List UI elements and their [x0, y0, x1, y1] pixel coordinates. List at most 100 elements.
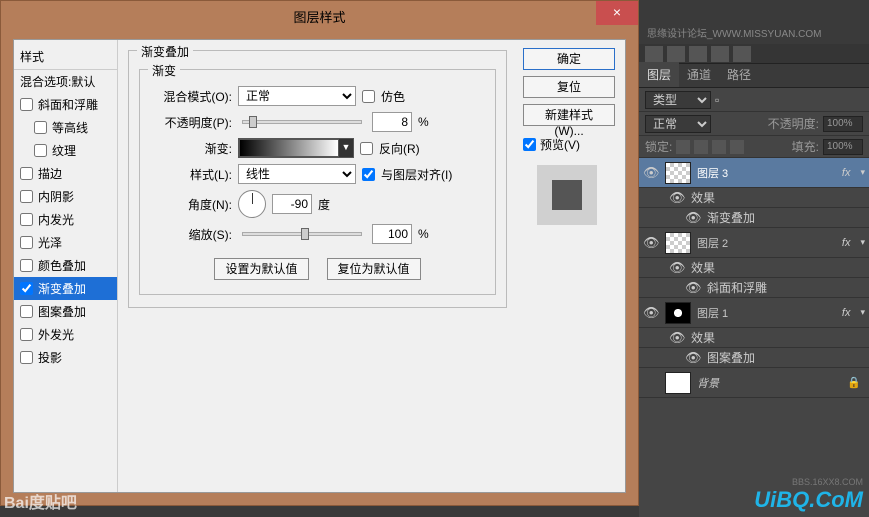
dropshadow-checkbox[interactable] [20, 351, 33, 364]
visibility-icon[interactable]: 👁 [669, 260, 685, 276]
align-checkbox[interactable] [362, 168, 375, 181]
bevel-checkbox[interactable] [20, 98, 33, 111]
layer-name[interactable]: 图层 1 [697, 305, 836, 321]
fx-badge[interactable]: fx [842, 167, 851, 179]
visibility-icon[interactable]: 👁 [669, 190, 685, 206]
visibility-icon[interactable]: 👁 [685, 280, 701, 296]
outerglow-checkbox[interactable] [20, 328, 33, 341]
opacity-input[interactable] [372, 112, 412, 132]
visibility-icon[interactable]: 👁 [685, 210, 701, 226]
lock-icon[interactable] [730, 140, 744, 154]
effects-sub[interactable]: 👁效果 [639, 328, 869, 348]
style-item-gradientoverlay[interactable]: 渐变叠加 [14, 277, 117, 300]
layer-row[interactable]: 👁 图层 2 fx ▾ [639, 228, 869, 258]
coloroverlay-checkbox[interactable] [20, 259, 33, 272]
gradientoverlay-checkbox[interactable] [20, 282, 33, 295]
chevron-down-icon[interactable]: ▾ [860, 307, 865, 318]
close-button[interactable]: × [596, 1, 638, 25]
tab-channels[interactable]: 通道 [679, 62, 719, 87]
layer-thumbnail[interactable] [665, 162, 691, 184]
style-item-outerglow[interactable]: 外发光 [14, 323, 117, 346]
layer-name[interactable]: 背景 [697, 375, 841, 391]
fx-badge[interactable]: fx [842, 237, 851, 249]
innershadow-checkbox[interactable] [20, 190, 33, 203]
fx-badge[interactable]: fx [842, 307, 851, 319]
layer-name[interactable]: 图层 3 [697, 165, 836, 181]
new-style-button[interactable]: 新建样式(W)... [523, 104, 615, 126]
style-item-contour[interactable]: 等高线 [14, 116, 117, 139]
layer-row[interactable]: 👁 图层 1 fx ▾ [639, 298, 869, 328]
contour-checkbox[interactable] [34, 121, 47, 134]
style-item-innershadow[interactable]: 内阴影 [14, 185, 117, 208]
chevron-down-icon[interactable]: ▾ [860, 237, 865, 248]
style-item-texture[interactable]: 纹理 [14, 139, 117, 162]
blendmode-select[interactable]: 正常 [238, 86, 356, 106]
blending-options-row[interactable]: 混合选项:默认 [14, 70, 117, 93]
layer-name[interactable]: 图层 2 [697, 235, 836, 251]
visibility-icon[interactable]: 👁 [669, 330, 685, 346]
scale-label: 缩放(S): [150, 226, 232, 243]
visibility-icon[interactable]: 👁 [643, 235, 659, 251]
style-item-dropshadow[interactable]: 投影 [14, 346, 117, 369]
effect-item[interactable]: 👁图案叠加 [639, 348, 869, 368]
dialog-titlebar[interactable]: 图层样式 × [1, 1, 638, 31]
tab-paths[interactable]: 路径 [719, 62, 759, 87]
tool-icon[interactable] [689, 46, 707, 62]
reverse-checkbox[interactable] [360, 142, 373, 155]
effects-sub[interactable]: 👁效果 [639, 258, 869, 278]
stroke-checkbox[interactable] [20, 167, 33, 180]
style-select[interactable]: 线性 [238, 164, 356, 184]
style-item-patternoverlay[interactable]: 图案叠加 [14, 300, 117, 323]
innerglow-checkbox[interactable] [20, 213, 33, 226]
scale-input[interactable] [372, 224, 412, 244]
tool-icon[interactable] [667, 46, 685, 62]
patternoverlay-checkbox[interactable] [20, 305, 33, 318]
texture-checkbox[interactable] [34, 144, 47, 157]
preview-checkbox[interactable] [523, 138, 536, 151]
angle-input[interactable] [272, 194, 312, 214]
gradient-dropdown-icon[interactable]: ▼ [339, 139, 353, 157]
visibility-icon[interactable]: 👁 [643, 165, 659, 181]
style-item-coloroverlay[interactable]: 颜色叠加 [14, 254, 117, 277]
lock-icon[interactable] [676, 140, 690, 154]
tool-icon[interactable] [645, 46, 663, 62]
style-item-bevel[interactable]: 斜面和浮雕 [14, 93, 117, 116]
set-default-button[interactable]: 设置为默认值 [214, 258, 308, 280]
filter-icon[interactable]: ▫ [715, 93, 719, 107]
tool-icon[interactable] [733, 46, 751, 62]
tool-icon[interactable] [711, 46, 729, 62]
kind-select[interactable]: 类型 [645, 91, 711, 109]
style-item-satin[interactable]: 光泽 [14, 231, 117, 254]
lock-icon[interactable] [712, 140, 726, 154]
dither-checkbox[interactable] [362, 90, 375, 103]
effect-item[interactable]: 👁斜面和浮雕 [639, 278, 869, 298]
layer-row[interactable]: 👁 图层 3 fx ▾ [639, 158, 869, 188]
reverse-label: 反向(R) [379, 140, 420, 157]
effect-item[interactable]: 👁渐变叠加 [639, 208, 869, 228]
cancel-button[interactable]: 复位 [523, 76, 615, 98]
fill-value[interactable]: 100% [823, 139, 863, 155]
scale-slider[interactable] [242, 232, 362, 236]
visibility-icon[interactable]: 👁 [643, 305, 659, 321]
layer-thumbnail[interactable] [665, 232, 691, 254]
visibility-icon[interactable]: 👁 [685, 350, 701, 366]
lock-icon[interactable] [694, 140, 708, 154]
opacity-slider[interactable] [242, 120, 362, 124]
opacity-value[interactable]: 100% [823, 116, 863, 132]
layer-thumbnail[interactable] [665, 372, 691, 394]
satin-checkbox[interactable] [20, 236, 33, 249]
layer-thumbnail[interactable] [665, 302, 691, 324]
layer-row[interactable]: 背景 🔒 [639, 368, 869, 398]
ok-button[interactable]: 确定 [523, 48, 615, 70]
section-title: 渐变叠加 [137, 43, 193, 60]
watermark-bottom-left: Bai度贴吧 [4, 489, 77, 513]
blend-mode-select[interactable]: 正常 [645, 115, 711, 133]
style-item-innerglow[interactable]: 内发光 [14, 208, 117, 231]
effects-sub[interactable]: 👁效果 [639, 188, 869, 208]
tab-layers[interactable]: 图层 [639, 62, 679, 87]
style-item-stroke[interactable]: 描边 [14, 162, 117, 185]
reset-default-button[interactable]: 复位为默认值 [327, 258, 421, 280]
gradient-picker[interactable]: ▼ [238, 138, 354, 158]
chevron-down-icon[interactable]: ▾ [860, 167, 865, 178]
angle-dial[interactable] [238, 190, 266, 218]
